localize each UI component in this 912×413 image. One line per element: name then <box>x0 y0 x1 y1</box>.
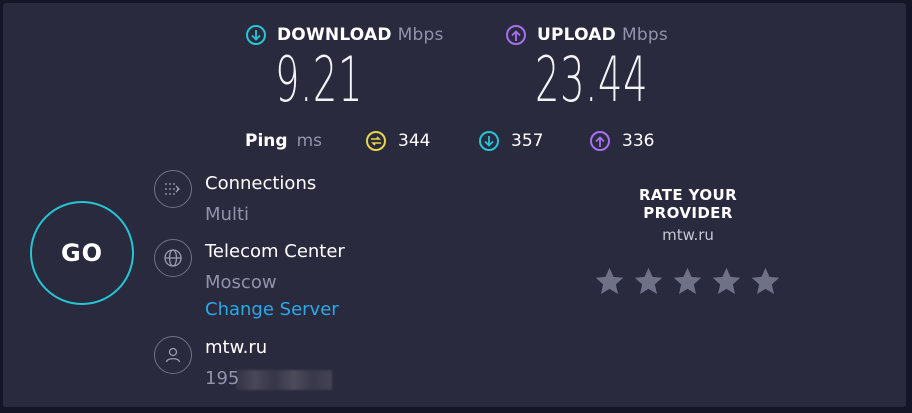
upload-speed-value: 23.44 <box>535 43 649 116</box>
speedtest-panel: DOWNLOAD Mbps 9.21 UPLOAD Mbps 23.44 Pin… <box>3 3 906 407</box>
download-arrow-icon <box>246 25 266 45</box>
ping-label-group: Ping ms <box>245 129 322 153</box>
go-button-label: GO <box>60 239 104 267</box>
download-label: DOWNLOAD <box>277 25 392 45</box>
connections-title: Connections <box>205 173 317 194</box>
upload-unit: Mbps <box>621 25 668 45</box>
rate-provider-title: RATE YOUR PROVIDER <box>638 186 738 222</box>
star-1-icon[interactable] <box>593 265 626 298</box>
ping-idle-value: 344 <box>398 131 431 151</box>
upload-arrow-icon <box>590 131 610 151</box>
upload-label: UPLOAD <box>537 25 616 45</box>
ping-download: 357 <box>479 129 543 153</box>
rate-provider-isp: mtw.ru <box>662 226 714 244</box>
connections-icon <box>154 170 192 208</box>
latency-icon <box>366 131 386 151</box>
go-button[interactable]: GO <box>30 201 134 305</box>
ping-unit: ms <box>296 131 322 151</box>
ip-redaction <box>236 370 332 390</box>
download-speed-value: 9.21 <box>275 43 364 116</box>
server-location: Moscow <box>205 272 277 293</box>
provider-name: mtw.ru <box>205 337 268 358</box>
upload-arrow-icon <box>506 25 526 45</box>
ping-upload: 336 <box>590 129 654 153</box>
star-5-icon[interactable] <box>749 265 782 298</box>
ping-download-value: 357 <box>511 131 544 151</box>
change-server-link[interactable]: Change Server <box>205 299 339 320</box>
ping-upload-value: 336 <box>622 131 655 151</box>
download-arrow-icon <box>479 131 499 151</box>
ping-label: Ping <box>245 131 288 151</box>
provider-ip: 195 <box>205 368 240 389</box>
ping-idle: 344 <box>366 129 430 153</box>
star-rating <box>593 265 788 298</box>
globe-icon <box>154 239 192 277</box>
star-4-icon[interactable] <box>710 265 743 298</box>
server-name: Telecom Center <box>205 241 345 262</box>
user-icon <box>154 336 192 374</box>
star-2-icon[interactable] <box>632 265 665 298</box>
star-3-icon[interactable] <box>671 265 704 298</box>
download-unit: Mbps <box>397 25 444 45</box>
connections-value: Multi <box>205 204 249 225</box>
